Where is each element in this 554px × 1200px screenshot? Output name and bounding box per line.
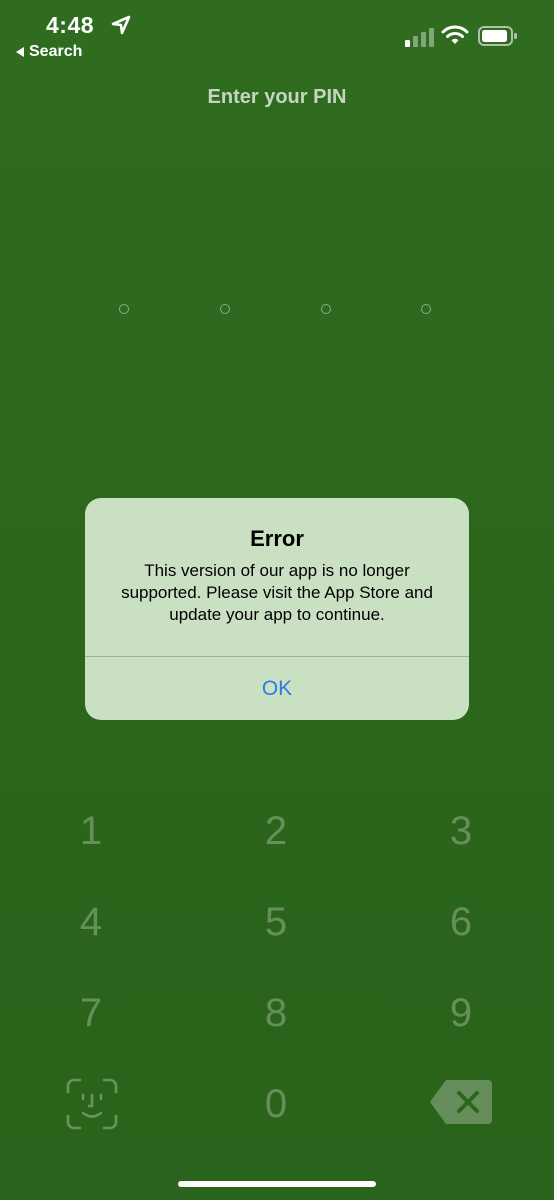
back-triangle-icon: [16, 47, 24, 57]
back-to-search-button[interactable]: Search: [16, 43, 82, 61]
status-time: 4:48: [46, 12, 95, 38]
delete-backspace-icon[interactable]: [428, 1078, 494, 1126]
keypad-key-7[interactable]: 7: [46, 978, 136, 1048]
keypad-key-9[interactable]: 9: [416, 978, 506, 1048]
location-arrow-icon: [111, 15, 131, 35]
faceid-icon[interactable]: [66, 1078, 118, 1130]
keypad-key-5[interactable]: 5: [231, 887, 321, 957]
keypad-key-1[interactable]: 1: [46, 796, 136, 866]
pin-dot: [421, 304, 431, 314]
keypad-key-0[interactable]: 0: [231, 1069, 321, 1139]
battery-icon: [478, 26, 517, 46]
keypad-key-8[interactable]: 8: [231, 978, 321, 1048]
keypad-key-3[interactable]: 3: [416, 796, 506, 866]
pin-dot: [220, 304, 230, 314]
keypad-key-2[interactable]: 2: [231, 796, 321, 866]
alert-ok-button[interactable]: OK: [85, 657, 469, 720]
alert-title: Error: [250, 526, 304, 551]
pin-title: Enter your PIN: [207, 86, 347, 108]
keypad-key-4[interactable]: 4: [46, 887, 136, 957]
alert-message: This version of our app is no longer sup…: [121, 561, 433, 624]
error-alert-dialog: Error This version of our app is no long…: [85, 498, 469, 720]
pin-indicator: [0, 304, 554, 318]
back-app-label: Search: [29, 43, 83, 60]
cellular-signal-icon: [405, 28, 434, 47]
pin-dot: [321, 304, 331, 314]
keypad-key-6[interactable]: 6: [416, 887, 506, 957]
pin-dot: [119, 304, 129, 314]
wifi-icon: [441, 25, 469, 44]
home-indicator[interactable]: [178, 1181, 376, 1187]
